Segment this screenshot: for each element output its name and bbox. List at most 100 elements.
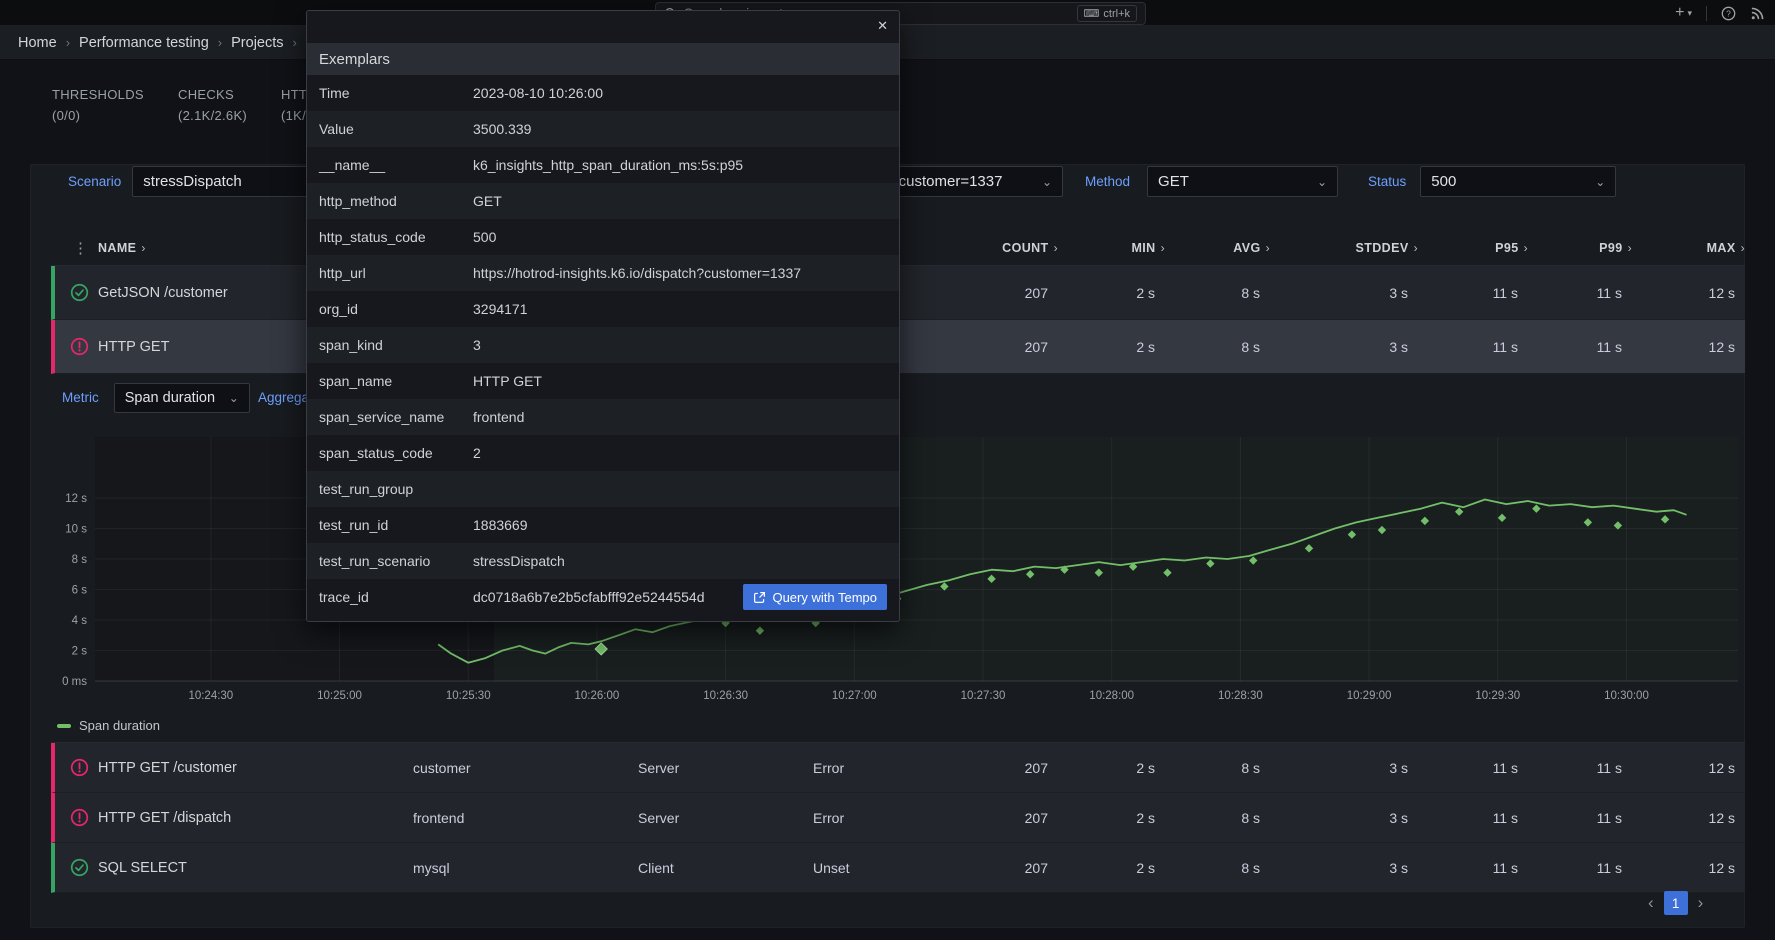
popup-row-key: http_status_code: [319, 229, 473, 245]
exclamation-circle-icon: [69, 808, 89, 828]
x-axis-tick-label: 10:29:30: [1475, 690, 1520, 702]
status-select[interactable]: 500 ⌄: [1420, 166, 1616, 197]
popup-row: span_service_namefrontend: [307, 399, 899, 435]
plus-icon: +: [1675, 4, 1684, 22]
metric-value: 8 s: [1155, 339, 1260, 355]
scenario-select[interactable]: stressDispatch ⌄: [132, 166, 332, 197]
x-axis-tick-label: 10:30:00: [1604, 690, 1649, 702]
breadcrumb-home[interactable]: Home: [18, 35, 57, 51]
metric-value: 11 s: [1408, 810, 1518, 826]
k6-performance-app: Search or jump to... ⌨ctrl+k +▾ ? Home ›…: [0, 0, 1775, 940]
popup-row: span_kind3: [307, 327, 899, 363]
popup-row-key: test_run_id: [319, 517, 473, 533]
row-name: SQL SELECT: [98, 860, 409, 876]
x-axis-tick-label: 10:25:30: [446, 690, 491, 702]
help-icon: ?: [1721, 6, 1736, 21]
x-axis-tick-label: 10:28:00: [1089, 690, 1134, 702]
page-prev-button[interactable]: ‹: [1648, 891, 1654, 915]
metric-value: 8 s: [1155, 285, 1260, 301]
metric-value: 12 s: [1622, 860, 1735, 876]
table-row[interactable]: HTTP GET /dispatchfrontendServerError207…: [51, 793, 1745, 843]
column-header-p99[interactable]: P99›: [1528, 241, 1632, 255]
metric-value: 3 s: [1260, 285, 1408, 301]
y-axis-tick-label: 0 ms: [62, 676, 87, 688]
spans-table: HTTP GET /customercustomerServerError207…: [51, 742, 1745, 893]
popup-row: http_urlhttps://hotrod-insights.k6.io/di…: [307, 255, 899, 291]
row-span-status: Error: [809, 810, 928, 826]
news-icon: [1750, 6, 1765, 21]
popup-row: trace_iddc0718a6b7e2b5cfabfff92e5244554d…: [307, 579, 899, 615]
page-1-button[interactable]: 1: [1664, 891, 1688, 915]
scenario-filter: Scenario stressDispatch ⌄: [68, 166, 332, 197]
metric-value: 11 s: [1518, 760, 1622, 776]
metric-label: Metric: [62, 390, 99, 405]
tab-thresholds[interactable]: THRESHOLDS(0/0): [52, 84, 144, 126]
check-circle-icon: [69, 858, 89, 878]
metric-value: 2 s: [1048, 339, 1155, 355]
row-name: HTTP GET /dispatch: [98, 810, 409, 826]
svg-text:?: ?: [1726, 8, 1731, 18]
sort-icon: ›: [1741, 241, 1745, 255]
row-service: frontend: [409, 810, 634, 826]
popup-row-value: https://hotrod-insights.k6.io/dispatch?c…: [473, 265, 887, 281]
metric-value: 207: [928, 860, 1048, 876]
x-axis-tick-label: 10:27:00: [832, 690, 877, 702]
column-header-p95[interactable]: P95›: [1418, 241, 1528, 255]
column-header-stddev[interactable]: STDDEV›: [1270, 241, 1418, 255]
chevron-down-icon: ⌄: [1317, 175, 1327, 189]
pagination: ‹ 1 ›: [1648, 891, 1703, 915]
column-header-avg[interactable]: AVG›: [1165, 241, 1270, 255]
close-icon[interactable]: ✕: [877, 18, 888, 34]
metric-value: 2 s: [1048, 285, 1155, 301]
method-select[interactable]: GET ⌄: [1147, 166, 1338, 197]
help-button[interactable]: ?: [1721, 6, 1736, 21]
y-axis-tick-label: 6 s: [72, 585, 88, 597]
x-axis-tick-label: 10:26:30: [703, 690, 748, 702]
popup-row-value: HTTP GET: [473, 373, 887, 389]
column-header-min[interactable]: MIN›: [1058, 241, 1165, 255]
column-header-max[interactable]: MAX›: [1632, 241, 1745, 255]
page-next-button[interactable]: ›: [1698, 891, 1704, 915]
table-row[interactable]: SQL SELECTmysqlClientUnset2072 s8 s3 s11…: [51, 843, 1745, 893]
metric-select[interactable]: Span duration ⌄: [114, 383, 250, 413]
row-span-status: Unset: [809, 860, 928, 876]
query-with-tempo-button[interactable]: Query with Tempo: [743, 584, 887, 610]
chart-legend[interactable]: Span duration: [57, 718, 160, 733]
legend-dash-icon: [57, 724, 71, 728]
kebab-menu-icon[interactable]: ⋮: [73, 239, 89, 257]
exclamation-circle-icon: [69, 337, 89, 357]
column-header-name[interactable]: NAME›: [98, 241, 146, 255]
metric-value: 11 s: [1408, 285, 1518, 301]
status-label: Status: [1368, 174, 1406, 189]
popup-row-key: Value: [319, 121, 473, 137]
table-row[interactable]: HTTP GET /customercustomerServerError207…: [51, 743, 1745, 793]
breadcrumb-performance-testing[interactable]: Performance testing: [79, 35, 209, 51]
row-kind: Server: [634, 810, 809, 826]
metric-value: 207: [928, 285, 1048, 301]
y-axis-tick-label: 10 s: [65, 524, 87, 536]
add-button[interactable]: +▾: [1675, 4, 1692, 22]
breadcrumb-projects[interactable]: Projects: [231, 35, 283, 51]
popup-row-value: frontend: [473, 409, 887, 425]
metric-value: 8 s: [1155, 760, 1260, 776]
chevron-down-icon: ⌄: [229, 391, 239, 405]
popup-row: Value3500.339: [307, 111, 899, 147]
keyboard-icon: ⌨: [1084, 7, 1100, 20]
news-button[interactable]: [1750, 6, 1765, 21]
chevron-right-icon: ›: [1698, 893, 1704, 912]
popup-row-value: 2: [473, 445, 887, 461]
metric-value: 12 s: [1622, 810, 1735, 826]
column-header-count[interactable]: COUNT›: [938, 241, 1058, 255]
tab-checks[interactable]: CHECKS(2.1K/2.6K): [178, 84, 247, 126]
y-axis-tick-label: 4 s: [72, 615, 88, 627]
popup-row-key: span_service_name: [319, 409, 473, 425]
metric-value: 11 s: [1408, 760, 1518, 776]
popup-row-key: http_url: [319, 265, 473, 281]
metric-value: 12 s: [1622, 760, 1735, 776]
metric-value: 8 s: [1155, 810, 1260, 826]
scenario-label: Scenario: [68, 174, 121, 189]
popup-row-key: test_run_group: [319, 481, 473, 497]
metric-value: 11 s: [1518, 339, 1622, 355]
status-filter: Status 500 ⌄: [1368, 166, 1616, 197]
row-kind: Client: [634, 860, 809, 876]
